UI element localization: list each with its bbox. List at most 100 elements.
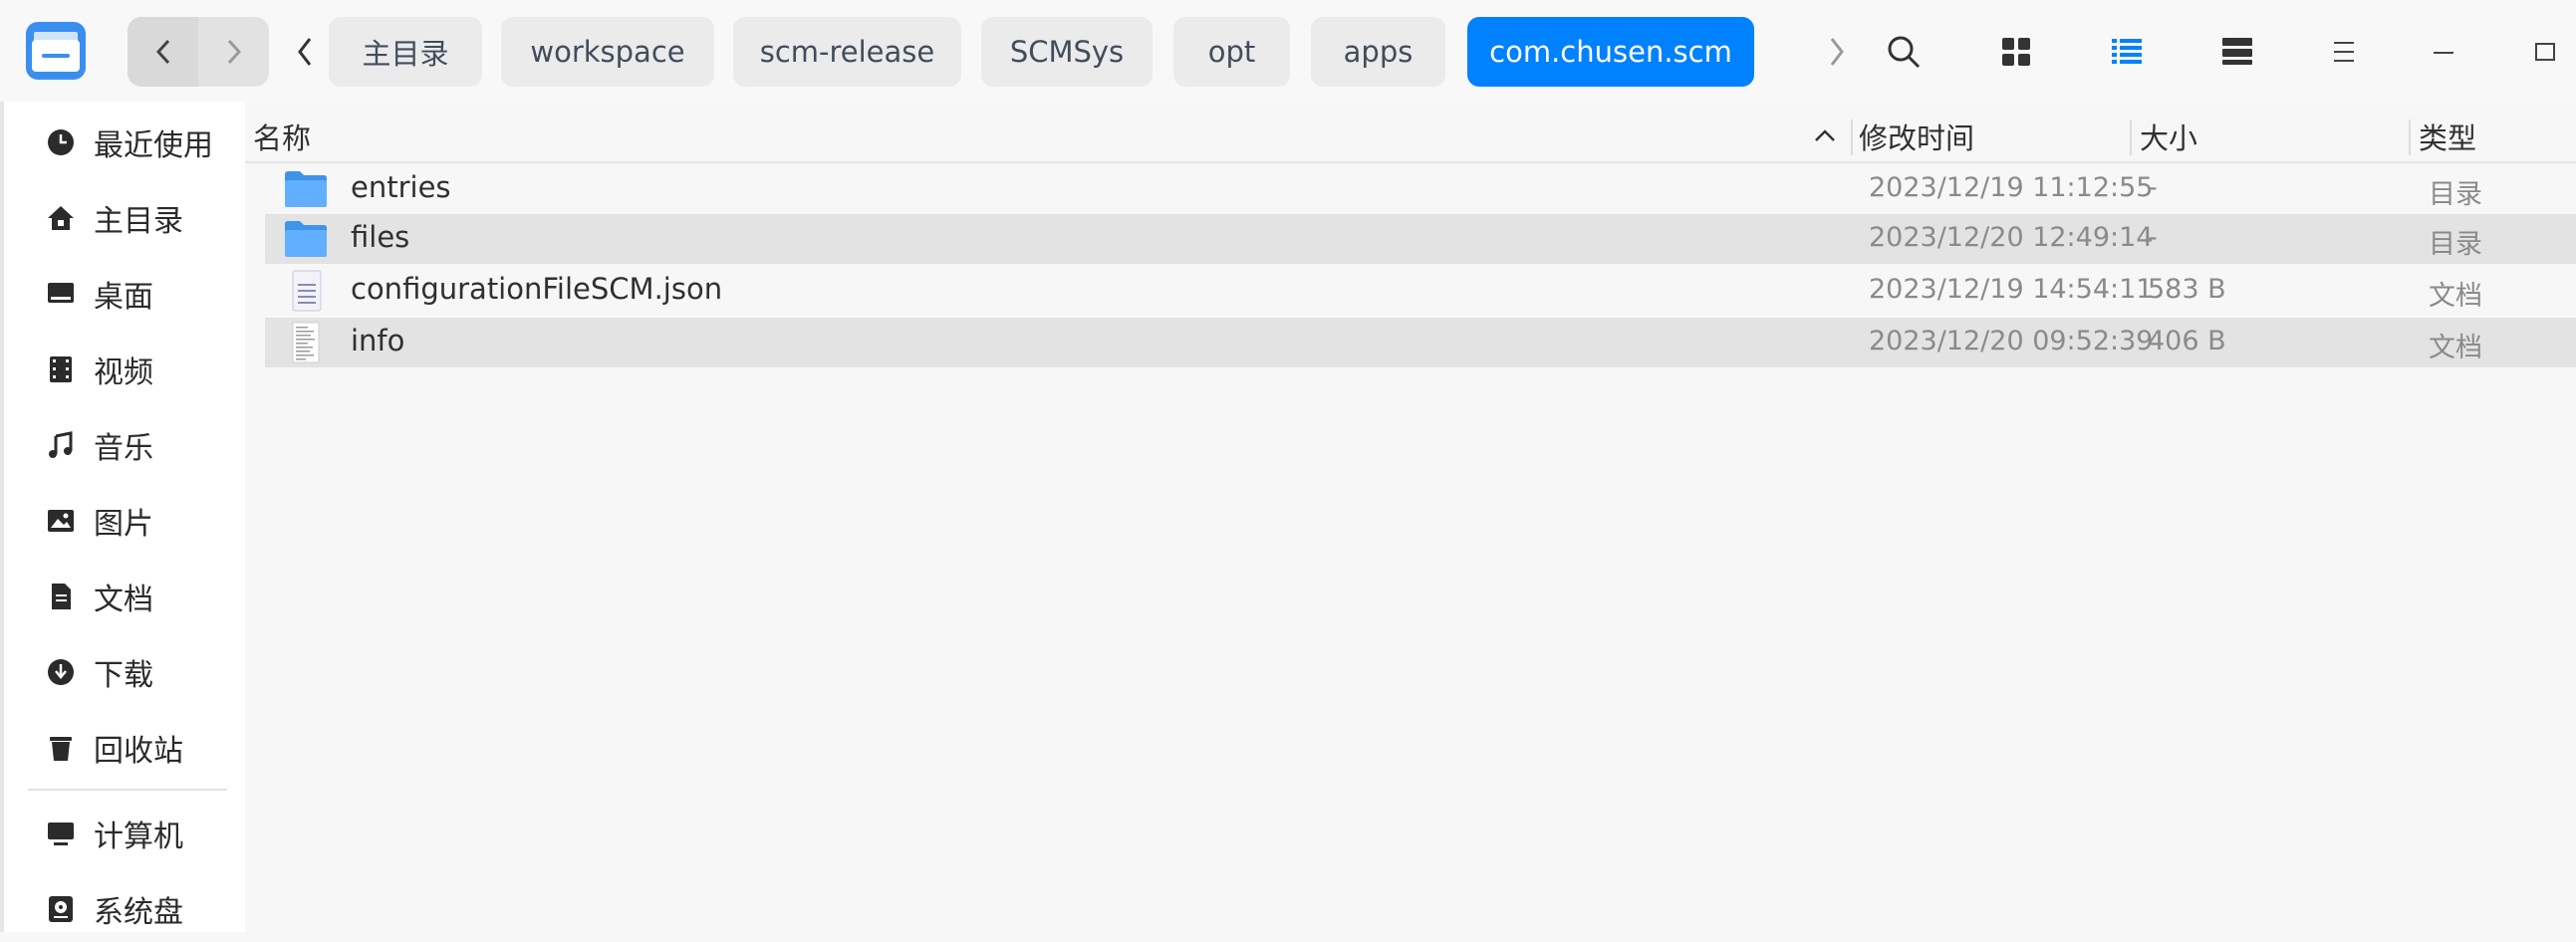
- music-icon: [44, 428, 78, 462]
- table-row[interactable]: entries 2023/12/19 11:12:55 - 目录: [265, 164, 2576, 214]
- video-icon: [44, 353, 78, 386]
- picture-icon: [44, 504, 78, 538]
- column-header-type[interactable]: 类型: [2419, 116, 2476, 157]
- file-name: entries: [351, 170, 451, 204]
- detail-view-button[interactable]: [2202, 17, 2272, 87]
- sidebar-item-label: 计算机: [94, 820, 183, 854]
- sidebar-item-label: 文档: [94, 583, 153, 617]
- table-row[interactable]: files 2023/12/20 12:49:14 - 目录: [265, 214, 2576, 264]
- table-row[interactable]: configurationFileSCM.json 2023/12/19 14:…: [265, 266, 2576, 316]
- forward-button[interactable]: [198, 17, 269, 87]
- folder-icon: [285, 221, 327, 257]
- table-header: 名称 修改时间 大小 类型: [245, 110, 2576, 163]
- sidebar-item-system-disk[interactable]: 系统盘: [26, 876, 235, 942]
- icon-view-icon: [2002, 38, 2030, 66]
- sidebar-item-downloads[interactable]: 下载: [26, 639, 235, 705]
- history-nav-group: [128, 17, 269, 87]
- search-icon: [1888, 36, 1921, 69]
- file-type: 文档: [2429, 333, 2482, 363]
- text-file-icon: [292, 322, 320, 363]
- column-resizer[interactable]: [1851, 119, 1853, 155]
- file-name: files: [351, 220, 410, 254]
- sidebar-item-label: 主目录: [94, 204, 183, 239]
- file-modified: 2023/12/20 09:52:39: [1869, 326, 2154, 356]
- breadcrumb-scroll-left-button[interactable]: [287, 17, 323, 87]
- sidebar-item-pictures[interactable]: 图片: [26, 488, 235, 554]
- chevron-left-icon: [298, 38, 312, 66]
- file-size: -: [2148, 222, 2158, 253]
- file-manager-app-icon: [26, 22, 86, 80]
- desktop-icon: [44, 277, 78, 311]
- table-row[interactable]: info 2023/12/20 09:52:39 406 B 文档: [265, 318, 2576, 367]
- chevron-right-icon: [1830, 38, 1844, 66]
- file-type: 目录: [2429, 229, 2482, 260]
- sidebar-item-label: 回收站: [94, 734, 183, 769]
- breadcrumb-item-scm-release[interactable]: scm-release: [733, 17, 961, 87]
- file-size: 583 B: [2148, 274, 2226, 305]
- breadcrumb-item-scmsys[interactable]: SCMSys: [981, 17, 1153, 87]
- minimize-icon: [2434, 52, 2453, 54]
- file-name: configurationFileSCM.json: [351, 272, 723, 306]
- download-icon: [44, 655, 78, 689]
- file-type: 目录: [2429, 179, 2482, 210]
- list-view-icon: [2112, 39, 2142, 64]
- sidebar-divider: [28, 789, 227, 791]
- file-type: 文档: [2429, 281, 2482, 312]
- column-resizer[interactable]: [2130, 119, 2132, 155]
- column-header-modified[interactable]: 修改时间: [1859, 116, 1974, 157]
- sidebar-item-label: 系统盘: [94, 895, 183, 930]
- column-header-name[interactable]: 名称: [253, 116, 311, 157]
- recent-icon: [44, 125, 78, 159]
- breadcrumb-item-current[interactable]: com.chusen.scm: [1467, 17, 1754, 87]
- chevron-right-icon: [227, 39, 241, 65]
- sidebar-item-label: 桌面: [94, 280, 153, 315]
- file-modified: 2023/12/19 14:54:11: [1869, 274, 2154, 305]
- sidebar-item-label: 音乐: [94, 431, 153, 466]
- sidebar-item-video[interactable]: 视频: [26, 337, 235, 402]
- computer-icon: [44, 817, 78, 850]
- file-list-view: 名称 修改时间 大小 类型 entries 2023/12/19 11:12:5…: [245, 102, 2576, 932]
- file-modified: 2023/12/19 11:12:55: [1869, 172, 2154, 203]
- folder-icon: [285, 171, 327, 207]
- sidebar-item-label: 下载: [94, 658, 153, 693]
- main-menu-button[interactable]: [2309, 17, 2379, 87]
- sidebar-item-trash[interactable]: 回收站: [26, 715, 235, 781]
- maximize-icon: [2535, 43, 2555, 61]
- sidebar-item-label: 最近使用: [94, 128, 213, 163]
- file-modified: 2023/12/20 12:49:14: [1869, 222, 2154, 253]
- column-resizer[interactable]: [2409, 119, 2411, 155]
- title-bar: 主目录 workspace scm-release SCMSys opt app…: [0, 0, 2576, 102]
- trash-icon: [44, 731, 78, 765]
- sidebar-item-computer[interactable]: 计算机: [26, 801, 235, 866]
- minimize-button[interactable]: [2409, 17, 2478, 87]
- maximize-button[interactable]: [2510, 17, 2576, 87]
- sort-ascending-icon[interactable]: [1813, 125, 1837, 145]
- sidebar-item-label: 视频: [94, 355, 153, 390]
- column-header-size[interactable]: 大小: [2140, 116, 2197, 157]
- json-file-icon: [292, 270, 322, 312]
- breadcrumb-item-home[interactable]: 主目录: [329, 17, 482, 87]
- breadcrumb-item-workspace[interactable]: workspace: [501, 17, 714, 87]
- sidebar-item-music[interactable]: 音乐: [26, 412, 235, 478]
- file-name: info: [351, 324, 405, 357]
- search-button[interactable]: [1869, 17, 1938, 87]
- disk-icon: [44, 892, 78, 926]
- breadcrumb-item-opt[interactable]: opt: [1173, 17, 1290, 87]
- sidebar-item-label: 图片: [94, 507, 153, 542]
- breadcrumb-item-apps[interactable]: apps: [1311, 17, 1445, 87]
- sidebar: 最近使用 主目录 桌面 视频 音乐 图片 文档 下载 回收站 计算机 系统盘: [0, 102, 245, 932]
- menu-icon: [2334, 42, 2354, 62]
- file-size: 406 B: [2148, 326, 2226, 356]
- breadcrumb-scroll-right-button[interactable]: [1815, 17, 1859, 87]
- detail-view-icon: [2222, 38, 2252, 65]
- back-button[interactable]: [128, 17, 198, 87]
- sidebar-item-documents[interactable]: 文档: [26, 564, 235, 629]
- home-icon: [44, 201, 78, 235]
- sidebar-item-desktop[interactable]: 桌面: [26, 261, 235, 327]
- sidebar-item-home[interactable]: 主目录: [26, 185, 235, 251]
- icon-view-button[interactable]: [1981, 17, 2051, 87]
- chevron-left-icon: [155, 39, 169, 65]
- file-size: -: [2148, 172, 2158, 203]
- list-view-button[interactable]: [2092, 17, 2162, 87]
- sidebar-item-recent[interactable]: 最近使用: [26, 110, 235, 175]
